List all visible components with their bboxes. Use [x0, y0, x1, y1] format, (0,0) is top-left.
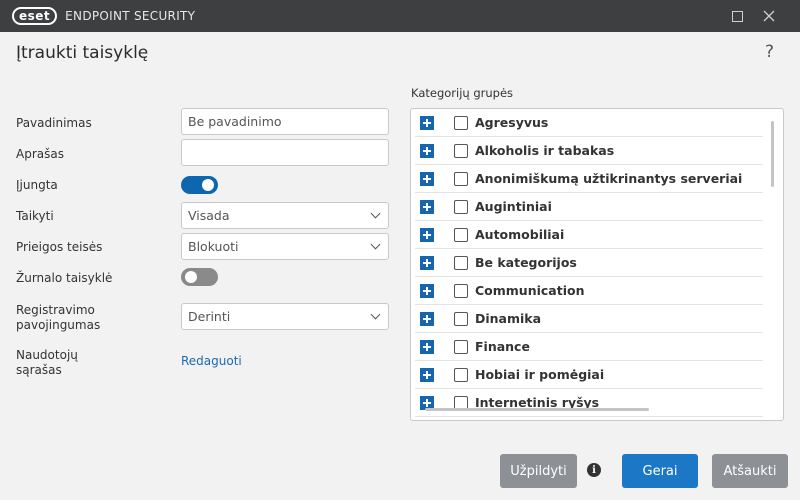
chevron-down-icon — [370, 208, 381, 219]
category-checkbox[interactable] — [454, 283, 468, 298]
page-title: Įtraukti taisyklę — [16, 43, 149, 63]
name-label: Pavadinimas — [16, 116, 92, 130]
ok-button[interactable]: Gerai — [622, 454, 698, 488]
expand-icon[interactable] — [420, 199, 434, 214]
info-icon[interactable]: i — [587, 463, 601, 477]
toggle-knob — [185, 271, 197, 283]
enabled-label: Įjungta — [16, 178, 58, 192]
expand-icon[interactable] — [420, 115, 434, 130]
logo-text: eset — [19, 9, 51, 23]
category-checkbox[interactable] — [454, 143, 468, 158]
log-severity-label-line2: pavojingumas — [16, 318, 101, 332]
category-checkbox[interactable] — [454, 339, 468, 354]
category-checkbox[interactable] — [454, 227, 468, 242]
category-checkbox[interactable] — [454, 115, 468, 130]
enabled-toggle[interactable] — [181, 176, 218, 194]
category-name: Automobiliai — [475, 227, 565, 242]
list-item[interactable]: Agresyvus — [415, 109, 763, 137]
category-checkbox[interactable] — [454, 311, 468, 326]
maximize-icon — [731, 10, 743, 22]
horizontal-scrollbar[interactable] — [425, 408, 649, 411]
category-name: Augintiniai — [475, 199, 552, 214]
log-rule-toggle[interactable] — [181, 268, 218, 286]
category-checkbox[interactable] — [454, 255, 468, 270]
category-checkbox[interactable] — [454, 171, 468, 186]
list-item[interactable]: Internetinis ryšys — [415, 389, 763, 417]
close-button[interactable] — [752, 0, 786, 32]
category-name: Communication — [475, 283, 585, 298]
app-name: ENDPOINT SECURITY — [65, 9, 196, 23]
log-severity-select-value: Derinti — [188, 309, 231, 324]
category-list[interactable]: Agresyvus Alkoholis ir tabakas Anonimišk… — [410, 108, 784, 421]
category-name: Dinamika — [475, 311, 542, 326]
apply-select[interactable]: Visada — [181, 202, 389, 229]
list-item[interactable]: Communication — [415, 277, 763, 305]
category-name: Anonimiškumą užtikrinantys serveriai — [475, 171, 743, 186]
fill-button[interactable]: Užpildyti — [500, 454, 577, 488]
cancel-button[interactable]: Atšaukti — [712, 454, 788, 488]
expand-icon[interactable] — [420, 283, 434, 298]
list-item[interactable]: Finance — [415, 333, 763, 361]
list-item[interactable]: Dinamika — [415, 305, 763, 333]
list-item[interactable]: Automobiliai — [415, 221, 763, 249]
log-severity-label-line1: Registravimo — [16, 303, 95, 317]
list-item[interactable]: Alkoholis ir tabakas — [415, 137, 763, 165]
access-select[interactable]: Blokuoti — [181, 233, 389, 260]
access-select-value: Blokuoti — [188, 239, 239, 254]
category-checkbox[interactable] — [454, 199, 468, 214]
help-icon[interactable]: ? — [765, 42, 774, 62]
description-label: Aprašas — [16, 147, 64, 161]
expand-icon[interactable] — [420, 311, 434, 326]
expand-icon[interactable] — [420, 367, 434, 382]
log-severity-label: Registravimo pavojingumas — [16, 303, 100, 333]
user-list-label-line1: Naudotojų — [16, 348, 78, 362]
category-name: Alkoholis ir tabakas — [475, 143, 615, 158]
apply-select-value: Visada — [188, 208, 230, 223]
close-icon — [763, 10, 775, 22]
expand-icon[interactable] — [420, 255, 434, 270]
expand-icon[interactable] — [420, 339, 434, 354]
log-severity-select[interactable]: Derinti — [181, 303, 389, 330]
chevron-down-icon — [370, 309, 381, 320]
list-item[interactable]: Be kategorijos — [415, 249, 763, 277]
user-list-label: Naudotojų sąrašas — [16, 348, 78, 378]
edit-user-list-link[interactable]: Redaguoti — [181, 354, 242, 368]
access-label: Prieigos teisės — [16, 240, 103, 254]
category-groups-label: Kategorijų grupės — [411, 86, 514, 100]
vertical-scrollbar[interactable] — [771, 121, 774, 187]
category-name: Be kategorijos — [475, 255, 577, 270]
apply-label: Taikyti — [16, 209, 54, 223]
list-item[interactable]: Augintiniai — [415, 193, 763, 221]
toggle-knob — [202, 179, 214, 191]
description-input[interactable] — [181, 139, 389, 166]
name-input[interactable] — [181, 108, 389, 135]
chevron-down-icon — [370, 239, 381, 250]
category-name: Agresyvus — [475, 115, 549, 130]
category-checkbox[interactable] — [454, 367, 468, 382]
expand-icon[interactable] — [420, 143, 434, 158]
log-rule-label: Žurnalo taisyklė — [16, 271, 113, 285]
category-name: Finance — [475, 339, 530, 354]
eset-logo: eset — [12, 7, 58, 25]
list-item[interactable]: Hobiai ir pomėgiai — [415, 361, 763, 389]
category-name: Hobiai ir pomėgiai — [475, 367, 605, 382]
maximize-button[interactable] — [720, 0, 754, 32]
expand-icon[interactable] — [420, 171, 434, 186]
user-list-label-line2: sąrašas — [16, 363, 62, 377]
title-bar: eset ENDPOINT SECURITY — [0, 0, 800, 32]
list-item[interactable]: Anonimiškumą užtikrinantys serveriai — [415, 165, 763, 193]
expand-icon[interactable] — [420, 227, 434, 242]
